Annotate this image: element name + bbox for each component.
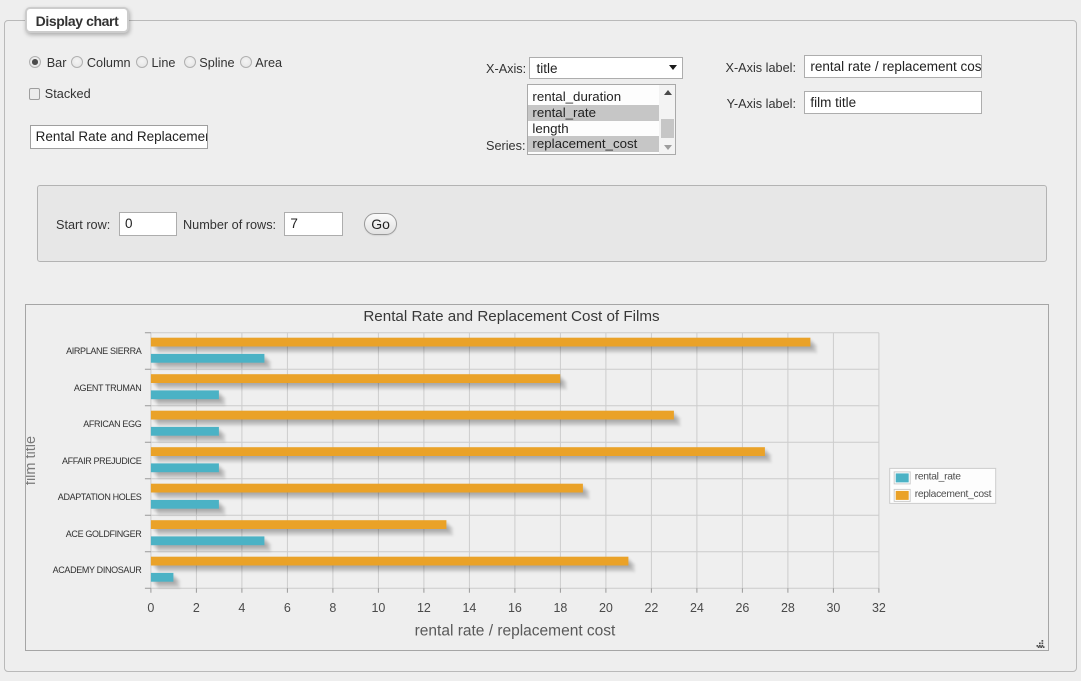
svg-text:18: 18 [553,601,567,615]
svg-text:0: 0 [147,601,154,615]
svg-text:replacement_cost: replacement_cost [914,489,991,500]
svg-text:30: 30 [826,601,840,615]
svg-text:6: 6 [284,601,291,615]
svg-text:16: 16 [508,601,522,615]
svg-text:26: 26 [735,601,749,615]
svg-text:8: 8 [329,601,336,615]
svg-text:AIRPLANE SIERRA: AIRPLANE SIERRA [66,346,142,356]
svg-text:Rental Rate and Replacement Co: Rental Rate and Replacement Cost of Film… [363,308,660,325]
svg-text:4: 4 [238,601,245,615]
svg-text:film title: film title [26,436,39,485]
svg-text:10: 10 [371,601,385,615]
svg-text:AFRICAN EGG: AFRICAN EGG [83,419,142,429]
svg-text:28: 28 [781,601,795,615]
svg-text:14: 14 [462,601,476,615]
svg-text:12: 12 [417,601,431,615]
svg-text:22: 22 [644,601,658,615]
svg-text:AFFAIR PREJUDICE: AFFAIR PREJUDICE [62,456,142,466]
svg-text:20: 20 [599,601,613,615]
svg-text:32: 32 [872,601,886,615]
svg-text:AGENT TRUMAN: AGENT TRUMAN [74,383,141,393]
svg-text:24: 24 [690,601,704,615]
svg-text:ADAPTATION HOLES: ADAPTATION HOLES [57,492,141,502]
svg-text:rental rate / replacement cost: rental rate / replacement cost [414,623,615,640]
svg-text:2: 2 [193,601,200,615]
svg-text:ACE GOLDFINGER: ACE GOLDFINGER [65,529,141,539]
svg-text:ACADEMY DINOSAUR: ACADEMY DINOSAUR [52,565,142,575]
svg-text:rental_rate: rental_rate [914,472,961,483]
